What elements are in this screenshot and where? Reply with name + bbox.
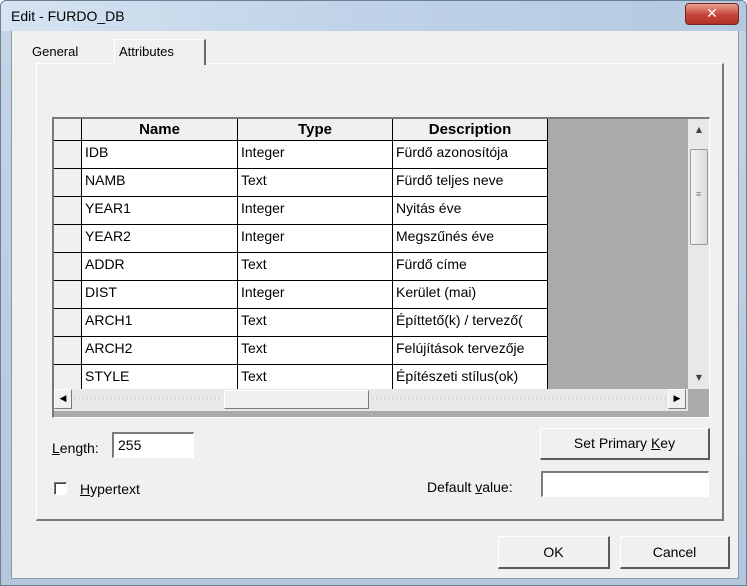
close-button[interactable]: ✕ [685, 3, 739, 25]
vertical-scrollbar[interactable]: ▲ ≡ ▼ [688, 119, 709, 389]
hypertext-label-accel: H [80, 481, 91, 497]
cell-type[interactable]: Integer [238, 225, 393, 253]
length-input[interactable]: 255 [112, 432, 194, 458]
set-primary-key-label-rest: ey [660, 435, 676, 451]
grid-header-row: Name Type Description [54, 119, 548, 141]
cell-name[interactable]: ARCH2 [82, 337, 238, 365]
table-row[interactable]: ARCH1 Text Építtető(k) / tervező( [54, 309, 548, 337]
row-indicator[interactable] [54, 225, 82, 253]
set-primary-key-label: Set Primary [573, 435, 651, 451]
table-row[interactable]: YEAR2 Integer Megszűnés éve [54, 225, 548, 253]
attributes-grid[interactable]: Name Type Description IDB Integer Fürdő az… [52, 117, 710, 418]
header-corner [54, 119, 82, 141]
cell-type[interactable]: Integer [238, 197, 393, 225]
hypertext-label[interactable]: Hypertext [80, 481, 140, 497]
default-value-label: Default value: [427, 479, 513, 495]
table-row[interactable]: ARCH2 Text Felújítások tervezője [54, 337, 548, 365]
table-row[interactable]: ADDR Text Fürdő címe [54, 253, 548, 281]
cell-name[interactable]: ARCH1 [82, 309, 238, 337]
scroll-down-icon[interactable]: ▼ [688, 367, 709, 389]
column-header-description[interactable]: Description [393, 119, 548, 141]
hypertext-checkbox[interactable] [54, 482, 67, 495]
column-header-type[interactable]: Type [238, 119, 393, 141]
cancel-button[interactable]: Cancel [620, 536, 730, 569]
length-label-accel: L [52, 440, 60, 456]
cell-description[interactable]: Megszűnés éve [393, 225, 548, 253]
cell-description[interactable]: Felújítások tervezője [393, 337, 548, 365]
hypertext-label-rest: ypertext [90, 481, 140, 497]
horizontal-scrollbar[interactable]: ◀ ▶ [54, 389, 688, 411]
set-primary-key-accel: K [650, 435, 661, 451]
column-header-name[interactable]: Name [82, 119, 238, 141]
scroll-grip-icon: ≡ [696, 189, 702, 199]
cell-description[interactable]: Fürdő teljes neve [393, 169, 548, 197]
horizontal-scroll-track-left[interactable] [74, 397, 222, 401]
scroll-left-icon[interactable]: ◀ [54, 389, 72, 409]
cell-name[interactable]: ADDR [82, 253, 238, 281]
table-row[interactable]: IDB Integer Fürdő azonosítója [54, 141, 548, 169]
row-indicator[interactable] [54, 253, 82, 281]
cell-type[interactable]: Text [238, 309, 393, 337]
scroll-right-icon[interactable]: ▶ [668, 389, 686, 409]
cell-description[interactable]: Kerület (mai) [393, 281, 548, 309]
scroll-up-icon[interactable]: ▲ [688, 119, 709, 141]
cell-type[interactable]: Integer [238, 141, 393, 169]
cell-type[interactable]: Integer [238, 281, 393, 309]
ok-button[interactable]: OK [498, 536, 610, 569]
row-indicator[interactable] [54, 141, 82, 169]
tab-general[interactable]: General [28, 40, 104, 63]
horizontal-scroll-thumb[interactable] [224, 390, 369, 409]
default-value-label-rest: alue: [482, 479, 513, 495]
cell-type[interactable]: Text [238, 253, 393, 281]
row-indicator[interactable] [54, 197, 82, 225]
cell-name[interactable]: IDB [82, 141, 238, 169]
cell-name[interactable]: YEAR2 [82, 225, 238, 253]
table-row[interactable]: NAMB Text Fürdő teljes neve [54, 169, 548, 197]
title-bar[interactable]: Edit - FURDO_DB ✕ [1, 1, 746, 31]
table-row[interactable]: DIST Integer Kerület (mai) [54, 281, 548, 309]
close-icon: ✕ [706, 6, 718, 22]
cell-description[interactable]: Fürdő címe [393, 253, 548, 281]
row-indicator[interactable] [54, 309, 82, 337]
row-indicator[interactable] [54, 337, 82, 365]
tab-attributes[interactable]: Attributes [114, 39, 206, 65]
length-label-rest: ength: [59, 440, 99, 456]
row-indicator[interactable] [54, 169, 82, 197]
cell-name[interactable]: DIST [82, 281, 238, 309]
default-value-label-main: Default [427, 479, 476, 495]
cell-type[interactable]: Text [238, 337, 393, 365]
tab-general-label: General [32, 44, 79, 59]
length-label: Length: [52, 440, 99, 456]
cell-description[interactable]: Építtető(k) / tervező( [393, 309, 548, 337]
horizontal-scroll-track-right[interactable] [372, 397, 666, 401]
row-indicator[interactable] [54, 281, 82, 309]
set-primary-key-button[interactable]: Set Primary Key [540, 428, 710, 460]
tab-attributes-label: Attributes [119, 44, 174, 59]
cell-description[interactable]: Fürdő azonosítója [393, 141, 548, 169]
cell-type[interactable]: Text [238, 169, 393, 197]
default-value-input[interactable] [541, 471, 709, 497]
vertical-scroll-thumb[interactable]: ≡ [690, 149, 708, 245]
cell-description[interactable]: Nyitás éve [393, 197, 548, 225]
cell-name[interactable]: NAMB [82, 169, 238, 197]
cell-name[interactable]: YEAR1 [82, 197, 238, 225]
window-title: Edit - FURDO_DB [11, 8, 125, 24]
table-row[interactable]: YEAR1 Integer Nyitás éve [54, 197, 548, 225]
